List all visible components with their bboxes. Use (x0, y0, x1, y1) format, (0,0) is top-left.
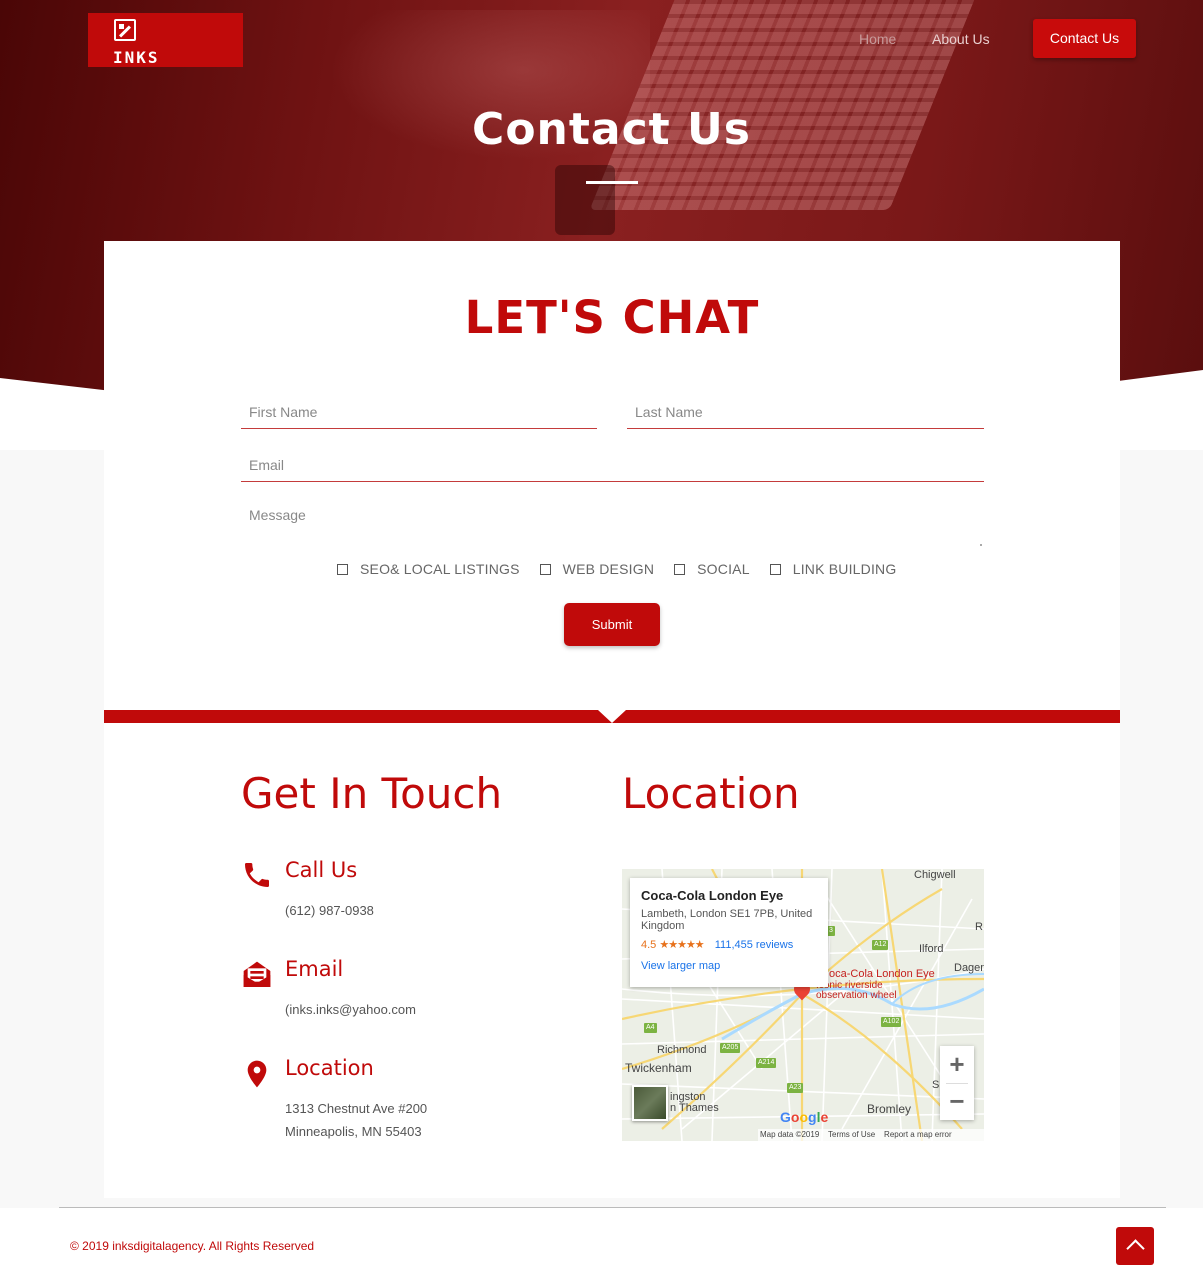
map-label-s: S (932, 1079, 940, 1091)
checkbox-label: LINK BUILDING (792, 561, 897, 577)
map-label-richmond: Richmond (657, 1044, 707, 1056)
contact-card: LET'S CHAT SEO& LOCAL LISTINGS WEB DESIG… (104, 241, 1120, 1198)
submit-button[interactable]: Submit (564, 603, 660, 646)
textarea-resize-handle[interactable] (980, 544, 982, 546)
checkbox[interactable] (769, 563, 781, 575)
checkbox-label: SEO& LOCAL LISTINGS (360, 561, 520, 577)
checkbox[interactable] (674, 563, 686, 575)
logo-text: INKS (113, 48, 160, 67)
service-option-link-building[interactable]: LINK BUILDING (769, 561, 897, 577)
location-title: Location (285, 1056, 374, 1080)
chevron-up-icon (1126, 1239, 1145, 1258)
map-road-a4: A4 (644, 1023, 657, 1033)
map-road-a23: A23 (787, 1083, 804, 1093)
logo-icon (114, 19, 136, 41)
map-place-name: Coca-Cola London Eye (641, 888, 784, 903)
map-road-a214: A214 (756, 1058, 777, 1068)
map-label-twickenham: Twickenham (625, 1061, 692, 1075)
map-road-a102: A102 (881, 1017, 902, 1027)
map-road-a205: A205 (720, 1043, 741, 1053)
back-to-top-button[interactable] (1116, 1227, 1154, 1265)
map-label-kingston-thames: n Thames (670, 1102, 719, 1114)
title-underline (586, 181, 638, 184)
phone-number[interactable]: (612) 987-0938 (285, 899, 374, 922)
location-heading: Location (622, 769, 800, 818)
hero-photo-mug (555, 165, 615, 235)
checkbox[interactable] (337, 563, 348, 575)
email-title: Email (285, 957, 344, 981)
call-us-title: Call Us (285, 858, 358, 882)
map-place-address: Lambeth, London SE1 7PB, United Kingdom (641, 908, 813, 932)
section-divider (104, 710, 1120, 723)
service-option-seo[interactable]: SEO& LOCAL LISTINGS (337, 561, 520, 577)
get-in-touch-heading: Get In Touch (241, 769, 503, 818)
page-title: Contact Us (472, 104, 751, 155)
map-pin-label: oca-Cola London Eye (829, 968, 935, 980)
nav-contact-button[interactable]: Contact Us (1033, 19, 1136, 58)
satellite-toggle[interactable] (632, 1085, 668, 1121)
view-larger-map-link[interactable]: View larger map (641, 960, 817, 972)
service-option-social[interactable]: SOCIAL (674, 561, 750, 577)
map-label-ilford: Ilford (919, 943, 944, 955)
map-road-a3: 3 (827, 926, 835, 936)
first-name-input[interactable] (241, 395, 597, 429)
map-label-chigwell: Chigwell (914, 869, 956, 881)
map-info-card: Coca-Cola London Eye Lambeth, London SE1… (630, 878, 828, 987)
zoom-separator (946, 1083, 968, 1084)
zoom-in-button[interactable]: + (940, 1046, 974, 1083)
email-input[interactable] (241, 448, 984, 482)
map-rating: 4.5 ★★★★★ 111,455 reviews (641, 938, 817, 951)
map-pin-sub2: observation wheel (816, 990, 897, 1001)
nav-home-link[interactable]: Home (859, 31, 896, 47)
map-pin-icon (247, 1060, 267, 1088)
footer: © 2019 inksdigitalagency. All Rights Res… (0, 1208, 1203, 1280)
map-embed[interactable]: Chigwell R Ilford Dagen Richmond Twicken… (622, 869, 984, 1141)
map-label-dagen: Dagen (954, 962, 984, 974)
email-address[interactable]: (inks.inks@yahoo.com (285, 998, 416, 1021)
service-checkboxes: SEO& LOCAL LISTINGS WEB DESIGN SOCIAL LI… (337, 559, 916, 579)
service-option-web-design[interactable]: WEB DESIGN (539, 561, 655, 577)
report-map-error-link[interactable]: Report a map error (884, 1130, 952, 1139)
map-attribution: Map data ©2019 Terms of Use Report a map… (758, 1129, 984, 1141)
logo[interactable]: INKS (88, 13, 243, 67)
address-line-2: Minneapolis, MN 55403 (285, 1124, 422, 1139)
message-textarea[interactable] (241, 501, 984, 547)
nav-about-link[interactable]: About Us (932, 31, 990, 47)
checkbox[interactable] (539, 563, 551, 575)
map-rating-value: 4.5 (641, 939, 657, 951)
map-road-a12: A12 (872, 940, 889, 950)
map-reviews-link[interactable]: 111,455 reviews (715, 939, 793, 951)
map-label-r: R (975, 921, 983, 933)
last-name-input[interactable] (627, 395, 984, 429)
map-label-bromley: Bromley (867, 1102, 912, 1116)
map-data-text: Map data ©2019 (760, 1130, 820, 1139)
star-icons: ★★★★★ (659, 939, 704, 951)
checkbox-label: WEB DESIGN (562, 561, 655, 577)
form-title: LET'S CHAT (464, 291, 760, 344)
copyright-text: © 2019 inksdigitalagency. All Rights Res… (70, 1239, 315, 1253)
checkbox-label: SOCIAL (697, 561, 750, 577)
zoom-out-button[interactable]: − (940, 1083, 974, 1120)
address-line-1: 1313 Chestnut Ave #200 (285, 1101, 428, 1116)
terms-link[interactable]: Terms of Use (828, 1130, 875, 1139)
envelope-icon (243, 961, 271, 987)
google-logo: Google (780, 1109, 829, 1125)
phone-icon (245, 863, 269, 887)
map-zoom-controls: + − (940, 1046, 974, 1120)
